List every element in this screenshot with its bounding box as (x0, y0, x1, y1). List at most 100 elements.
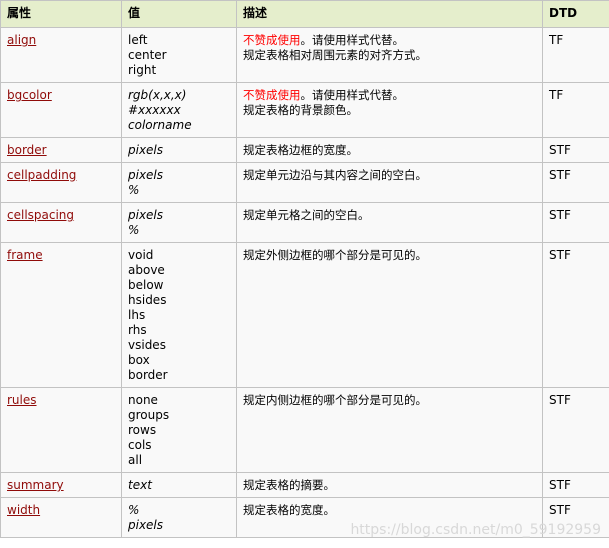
description-cell: 不赞成使用。请使用样式代替。 规定表格相对周围元素的对齐方式。 (236, 27, 543, 83)
attribute-cell: frame (0, 242, 122, 388)
value-item: hsides (128, 293, 167, 307)
value-item: left (128, 33, 148, 47)
value-cell: none groups rows cols all (121, 387, 237, 473)
value-item: cols (128, 438, 152, 452)
description-text: 规定内侧边框的哪个部分是可见的。 (243, 393, 427, 407)
attribute-cell: rules (0, 387, 122, 473)
value-item: void (128, 248, 154, 262)
attribute-cell: width (0, 497, 122, 538)
deprecation-note: 不赞成使用。请使用样式代替。 (243, 88, 536, 103)
value-item: rows (128, 423, 157, 437)
header-description: 描述 (236, 0, 543, 28)
description-text: 规定表格的摘要。 (243, 478, 335, 492)
value-item: lhs (128, 308, 146, 322)
dtd-cell: STF (542, 472, 609, 498)
value-cell: left center right (121, 27, 237, 83)
description-text: 规定表格相对周围元素的对齐方式。 (243, 48, 427, 62)
attribute-link-rules[interactable]: rules (7, 393, 37, 407)
value-cell: pixels (121, 137, 237, 163)
dtd-cell: STF (542, 137, 609, 163)
header-dtd: DTD (542, 0, 609, 28)
deprecated-label: 不赞成使用 (243, 33, 301, 47)
dtd-cell: STF (542, 242, 609, 388)
attribute-cell: align (0, 27, 122, 83)
table-body: align left center right 不赞成使用。请使用样式代替。 规定表格相对… (0, 27, 609, 538)
description-cell: 规定内侧边框的哪个部分是可见的。 (236, 387, 543, 473)
table-row: frame void above below hsides lhs rhs vsides box… (0, 242, 609, 388)
attribute-cell: bgcolor (0, 82, 122, 138)
value-item: % (128, 503, 140, 517)
value-item: all (128, 453, 143, 467)
value-cell: pixels% (121, 162, 237, 203)
description-text: 规定单元格之间的空白。 (243, 208, 370, 222)
description-text: 规定表格边框的宽度。 (243, 143, 358, 157)
value-cell: text (121, 472, 237, 498)
value-item: % (128, 223, 140, 237)
value-item: pixels (128, 208, 164, 222)
table-row: border pixels 规定表格边框的宽度。 STF (0, 137, 609, 163)
value-item: pixels (128, 168, 164, 182)
value-item: box (128, 353, 150, 367)
value-item: pixels (128, 518, 164, 532)
table-row: cellpadding pixels% 规定单元边沿与其内容之间的空白。 STF (0, 162, 609, 203)
value-item: rgb(x,x,x) (128, 88, 187, 102)
attribute-link-bgcolor[interactable]: bgcolor (7, 88, 52, 102)
description-cell: 规定表格的摘要。 (236, 472, 543, 498)
value-cell: % pixels (121, 497, 237, 538)
value-cell: pixels% (121, 202, 237, 243)
description-text: 规定单元边沿与其内容之间的空白。 (243, 168, 427, 182)
attribute-link-frame[interactable]: frame (7, 248, 43, 262)
attribute-cell: cellspacing (0, 202, 122, 243)
attribute-cell: cellpadding (0, 162, 122, 203)
attribute-link-align[interactable]: align (7, 33, 36, 47)
attribute-link-width[interactable]: width (7, 503, 40, 517)
table-header: 属性 值 描述 DTD (0, 0, 609, 28)
description-cell: 规定单元格之间的空白。 (236, 202, 543, 243)
dtd-cell: TF (542, 82, 609, 138)
value-item: groups (128, 408, 170, 422)
attribute-link-cellspacing[interactable]: cellspacing (7, 208, 74, 222)
attribute-cell: summary (0, 472, 122, 498)
value-item: rhs (128, 323, 147, 337)
attribute-link-summary[interactable]: summary (7, 478, 64, 492)
deprecated-hint: 。请使用样式代替。 (300, 88, 405, 102)
value-item: none (128, 393, 158, 407)
value-item: pixels (128, 143, 164, 157)
description-text: 规定表格的宽度。 (243, 503, 335, 517)
dtd-cell: TF (542, 27, 609, 83)
value-item: colorname (128, 118, 192, 132)
attribute-link-cellpadding[interactable]: cellpadding (7, 168, 76, 182)
value-cell: void above below hsides lhs rhs vsides box borde… (121, 242, 237, 388)
description-cell: 规定单元边沿与其内容之间的空白。 (236, 162, 543, 203)
watermark: https://blog.csdn.net/m0_59192959 (350, 522, 601, 538)
value-item: center (128, 48, 167, 62)
description-text: 规定表格的背景颜色。 (243, 103, 358, 117)
value-cell: rgb(x,x,x) #xxxxxx colorname (121, 82, 237, 138)
table-row: cellspacing pixels% 规定单元格之间的空白。 STF (0, 202, 609, 243)
description-cell: 不赞成使用。请使用样式代替。 规定表格的背景颜色。 (236, 82, 543, 138)
attribute-table: 属性 值 描述 DTD align left center right 不赞成使用。请使… (0, 0, 609, 538)
value-item: % (128, 183, 140, 197)
value-item: right (128, 63, 157, 77)
value-item: above (128, 263, 165, 277)
dtd-cell: STF (542, 202, 609, 243)
value-item: below (128, 278, 164, 292)
dtd-cell: STF (542, 162, 609, 203)
header-attribute: 属性 (0, 0, 122, 28)
table-row: rules none groups rows cols all 规定内侧边框的哪个部分是可见… (0, 387, 609, 473)
value-item: vsides (128, 338, 166, 352)
attribute-link-border[interactable]: border (7, 143, 47, 157)
header-value: 值 (121, 0, 237, 28)
dtd-cell: STF (542, 387, 609, 473)
deprecated-hint: 。请使用样式代替。 (300, 33, 405, 47)
table-row: align left center right 不赞成使用。请使用样式代替。 规定表格相对… (0, 27, 609, 83)
description-cell: 规定外侧边框的哪个部分是可见的。 (236, 242, 543, 388)
description-cell: 规定表格边框的宽度。 (236, 137, 543, 163)
table-row: summary text 规定表格的摘要。 STF (0, 472, 609, 498)
table-row: bgcolor rgb(x,x,x) #xxxxxx colorname 不赞成使用。请… (0, 82, 609, 138)
attribute-cell: border (0, 137, 122, 163)
deprecation-note: 不赞成使用。请使用样式代替。 (243, 33, 536, 48)
header-row: 属性 值 描述 DTD (0, 0, 609, 28)
description-text: 规定外侧边框的哪个部分是可见的。 (243, 248, 427, 262)
deprecated-label: 不赞成使用 (243, 88, 301, 102)
